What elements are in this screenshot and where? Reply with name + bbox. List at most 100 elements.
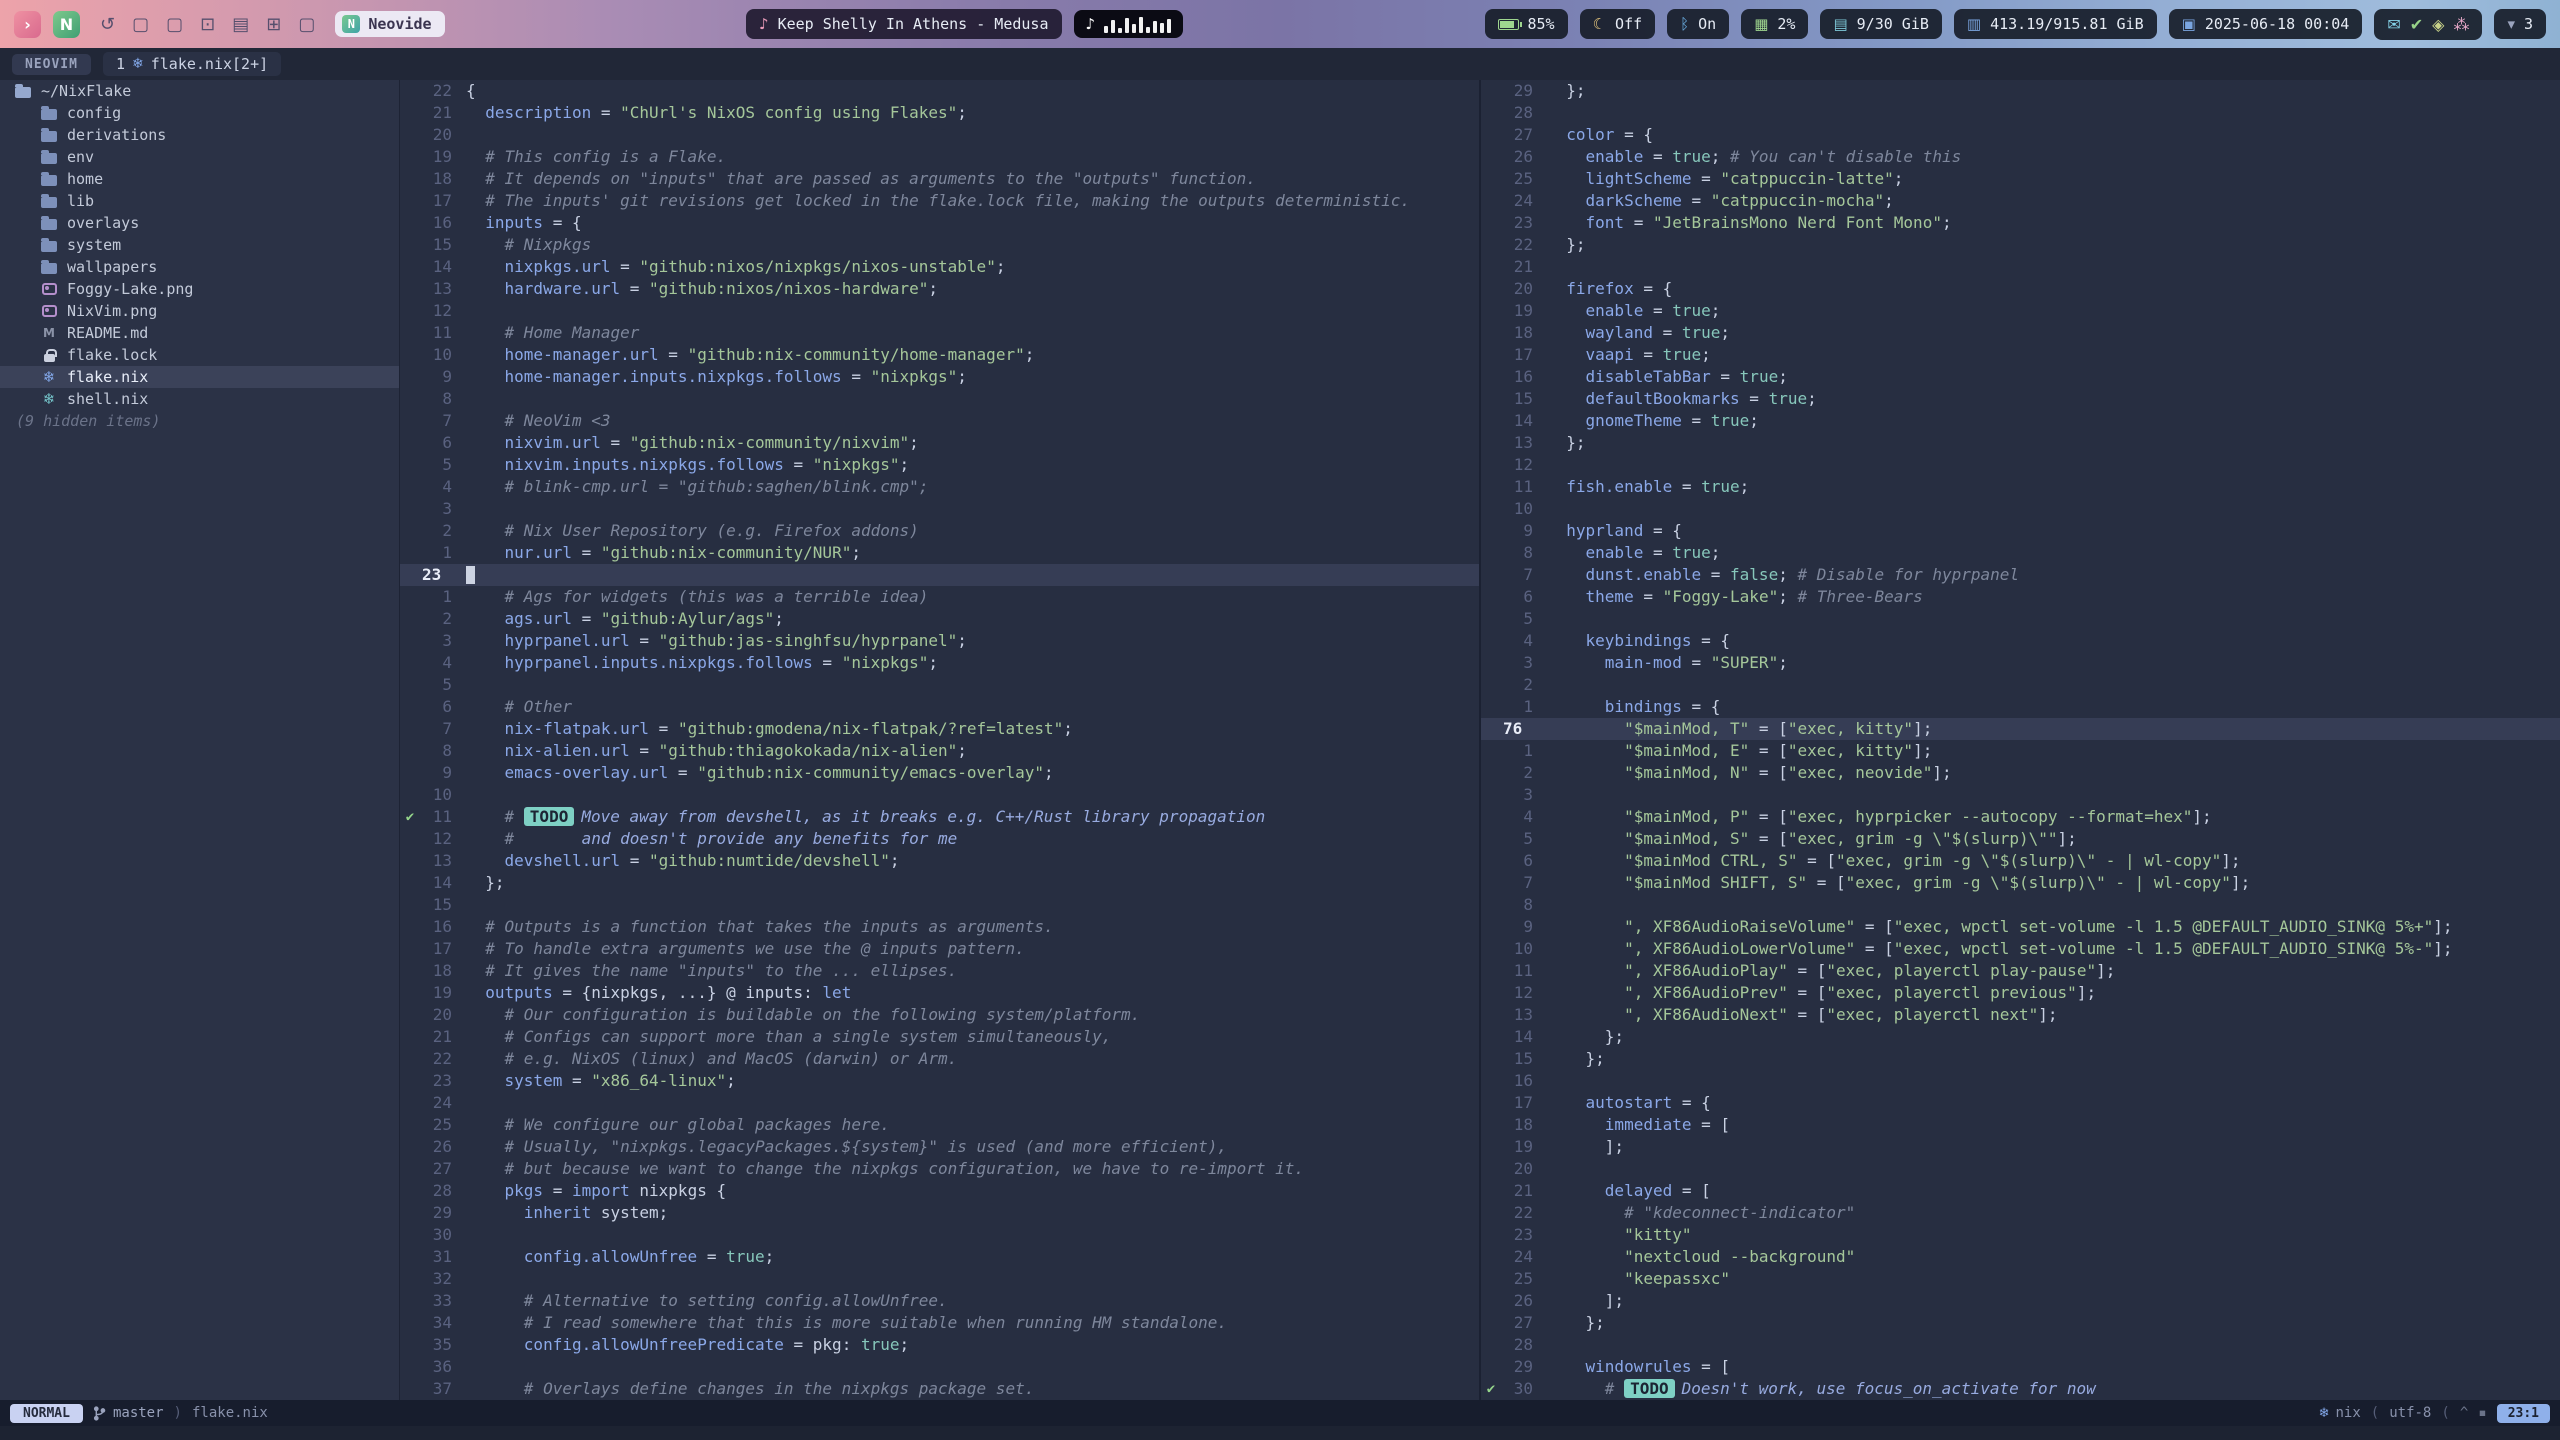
code-line[interactable]: 19 ]; — [1481, 1136, 2560, 1158]
code-line[interactable]: 19 # This config is a Flake. — [400, 146, 1479, 168]
code-line[interactable]: 15 }; — [1481, 1048, 2560, 1070]
active-window-badge[interactable]: N Neovide — [335, 11, 444, 37]
code-line[interactable]: 6 # Other — [400, 696, 1479, 718]
code-line[interactable]: 6 "$mainMod CTRL, S" = ["exec, grim -g \… — [1481, 850, 2560, 872]
code-line[interactable]: 1 nur.url = "github:nix-community/NUR"; — [400, 542, 1479, 564]
code-line[interactable]: 33 # Alternative to setting config.allow… — [400, 1290, 1479, 1312]
code-line[interactable]: 25 # We configure our global packages he… — [400, 1114, 1479, 1136]
music-widget[interactable]: ♪ Keep Shelly In Athens - Medusa — [746, 9, 1062, 39]
tray-expander[interactable]: ▾ 3 — [2494, 9, 2546, 39]
code-line[interactable]: 11 # Home Manager — [400, 322, 1479, 344]
code-line[interactable]: 12 ", XF86AudioPrev" = ["exec, playerctl… — [1481, 982, 2560, 1004]
code-line[interactable]: 14 nixpkgs.url = "github:nixos/nixpkgs/n… — [400, 256, 1479, 278]
tree-item-shell.nix[interactable]: ❄shell.nix — [0, 388, 399, 410]
code-line[interactable]: 29 inherit system; — [400, 1202, 1479, 1224]
battery-pill[interactable]: 85% — [1485, 9, 1568, 39]
code-line[interactable]: 26 enable = true; # You can't disable th… — [1481, 146, 2560, 168]
code-line[interactable]: 20 — [1481, 1158, 2560, 1180]
code-line[interactable]: 12 — [1481, 454, 2560, 476]
code-line[interactable]: 20 firefox = { — [1481, 278, 2560, 300]
code-line[interactable]: 12 # and doesn't provide any benefits fo… — [400, 828, 1479, 850]
code-line[interactable]: 28 pkgs = import nixpkgs { — [400, 1180, 1479, 1202]
code-line[interactable]: 4 hyprpanel.inputs.nixpkgs.follows = "ni… — [400, 652, 1479, 674]
code-line[interactable]: 17 # To handle extra arguments we use th… — [400, 938, 1479, 960]
code-line[interactable]: 11 fish.enable = true; — [1481, 476, 2560, 498]
code-line[interactable]: 24 — [400, 1092, 1479, 1114]
code-line[interactable]: 21 — [1481, 256, 2560, 278]
code-line[interactable]: 32 — [400, 1268, 1479, 1290]
code-line[interactable]: 14 }; — [1481, 1026, 2560, 1048]
code-line[interactable]: 7 dunst.enable = false; # Disable for hy… — [1481, 564, 2560, 586]
code-line[interactable]: 31 config.allowUnfree = true; — [400, 1246, 1479, 1268]
code-line[interactable]: 29 }; — [1481, 80, 2560, 102]
code-line[interactable]: 9 ", XF86AudioRaiseVolume" = ["exec, wpc… — [1481, 916, 2560, 938]
tree-item-config[interactable]: config — [0, 102, 399, 124]
tree-root[interactable]: ~/NixFlake — [0, 80, 399, 102]
code-line[interactable]: 16 — [1481, 1070, 2560, 1092]
code-line[interactable]: 23 "kitty" — [1481, 1224, 2560, 1246]
code-line[interactable]: 29 windowrules = [ — [1481, 1356, 2560, 1378]
code-line[interactable]: 2 "$mainMod, N" = ["exec, neovide"]; — [1481, 762, 2560, 784]
code-line[interactable]: 13 hardware.url = "github:nixos/nixos-ha… — [400, 278, 1479, 300]
memory-pill[interactable]: ▤9/30 GiB — [1820, 9, 1941, 39]
code-line[interactable]: 17 vaapi = true; — [1481, 344, 2560, 366]
code-line[interactable]: 22 }; — [1481, 234, 2560, 256]
code-line[interactable]: 18 # It gives the name "inputs" to the .… — [400, 960, 1479, 982]
code-line[interactable]: 1 bindings = { — [1481, 696, 2560, 718]
code-line[interactable]: 76 "$mainMod, T" = ["exec, kitty"]; — [1481, 718, 2560, 740]
code-line[interactable]: 27 }; — [1481, 1312, 2560, 1334]
cpu-pill[interactable]: ▦2% — [1741, 9, 1808, 39]
code-line[interactable]: 3 main-mod = "SUPER"; — [1481, 652, 2560, 674]
code-line[interactable]: 22{ — [400, 80, 1479, 102]
code-line[interactable]: 27 # but because we want to change the n… — [400, 1158, 1479, 1180]
tree-item-derivations[interactable]: derivations — [0, 124, 399, 146]
system-tray[interactable]: ✉✔◈⁂ — [2374, 9, 2482, 40]
code-line[interactable]: 24 "nextcloud --background" — [1481, 1246, 2560, 1268]
code-line[interactable]: 25 lightScheme = "catppuccin-latte"; — [1481, 168, 2560, 190]
code-line[interactable]: 15 # Nixpkgs — [400, 234, 1479, 256]
code-line[interactable]: 5 — [1481, 608, 2560, 630]
code-line[interactable]: 19 enable = true; — [1481, 300, 2560, 322]
code-line[interactable]: 22 # "kdeconnect-indicator" — [1481, 1202, 2560, 1224]
code-line[interactable]: 4 keybindings = { — [1481, 630, 2560, 652]
code-line[interactable]: 15 defaultBookmarks = true; — [1481, 388, 2560, 410]
code-line[interactable]: 7 nix-flatpak.url = "github:gmodena/nix-… — [400, 718, 1479, 740]
code-line[interactable]: 17 autostart = { — [1481, 1092, 2560, 1114]
code-line[interactable]: 8 — [400, 388, 1479, 410]
night-light-pill[interactable]: ☾Off — [1580, 9, 1656, 39]
code-line[interactable]: 5 nixvim.inputs.nixpkgs.follows = "nixpk… — [400, 454, 1479, 476]
code-line[interactable]: 25 "keepassxc" — [1481, 1268, 2560, 1290]
code-line[interactable]: 21 # Configs can support more than a sin… — [400, 1026, 1479, 1048]
terminal-logo-icon[interactable]: › — [14, 11, 41, 38]
code-line[interactable]: ✔30 # TODODoesn't work, use focus_on_act… — [1481, 1378, 2560, 1400]
code-line[interactable]: 10 ", XF86AudioLowerVolume" = ["exec, wp… — [1481, 938, 2560, 960]
code-line[interactable]: 16 # Outputs is a function that takes th… — [400, 916, 1479, 938]
code-line[interactable]: 30 — [400, 1224, 1479, 1246]
code-line[interactable]: 37 # Overlays define changes in the nixp… — [400, 1378, 1479, 1400]
code-line[interactable]: 24 darkScheme = "catppuccin-mocha"; — [1481, 190, 2560, 212]
code-line[interactable]: 8 enable = true; — [1481, 542, 2560, 564]
code-line[interactable]: 23 — [400, 564, 1479, 586]
code-line[interactable]: 10 home-manager.url = "github:nix-commun… — [400, 344, 1479, 366]
code-line[interactable]: 15 — [400, 894, 1479, 916]
code-line[interactable]: 6 nixvim.url = "github:nix-community/nix… — [400, 432, 1479, 454]
code-line[interactable]: 14 }; — [400, 872, 1479, 894]
code-line[interactable]: 20 — [400, 124, 1479, 146]
code-line[interactable]: 21 description = "ChUrl's NixOS config u… — [400, 102, 1479, 124]
code-line[interactable]: 26 # Usually, "nixpkgs.legacyPackages.${… — [400, 1136, 1479, 1158]
code-line[interactable]: 28 — [1481, 102, 2560, 124]
tree-item-Foggy-Lake.png[interactable]: Foggy-Lake.png — [0, 278, 399, 300]
code-line[interactable]: 9 home-manager.inputs.nixpkgs.follows = … — [400, 366, 1479, 388]
code-line[interactable]: 4 # blink-cmp.url = "github:saghen/blink… — [400, 476, 1479, 498]
code-line[interactable]: 4 "$mainMod, P" = ["exec, hyprpicker --a… — [1481, 806, 2560, 828]
code-line[interactable]: 16 disableTabBar = true; — [1481, 366, 2560, 388]
code-line[interactable]: 34 # I read somewhere that this is more … — [400, 1312, 1479, 1334]
code-line[interactable]: 36 — [400, 1356, 1479, 1378]
clock-pill[interactable]: ▣2025-06-18 00:04 — [2169, 9, 2363, 39]
code-line[interactable]: 6 theme = "Foggy-Lake"; # Three-Bears — [1481, 586, 2560, 608]
code-line[interactable]: 22 # e.g. NixOS (linux) and MacOS (darwi… — [400, 1048, 1479, 1070]
tree-item-overlays[interactable]: overlays — [0, 212, 399, 234]
tree-item-flake.nix[interactable]: ❄flake.nix — [0, 366, 399, 388]
tree-item-home[interactable]: home — [0, 168, 399, 190]
code-line[interactable]: 9 hyprland = { — [1481, 520, 2560, 542]
